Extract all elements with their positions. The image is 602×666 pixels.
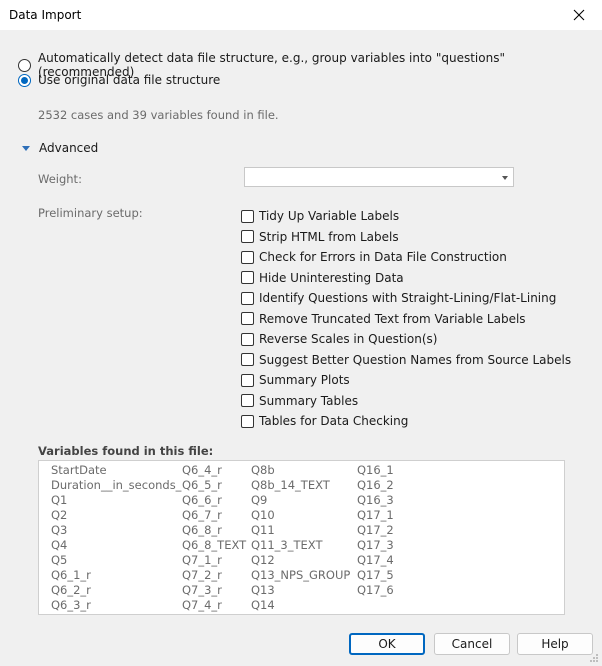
variable-item: Q17_1: [357, 508, 394, 522]
cancel-button[interactable]: Cancel: [434, 633, 510, 655]
title-bar: Data Import: [0, 0, 602, 30]
checkbox[interactable]: [241, 373, 254, 387]
checkbox-label: Reverse Scales in Question(s): [259, 332, 438, 347]
ok-button[interactable]: OK: [349, 633, 425, 655]
checkbox[interactable]: [241, 414, 254, 428]
variable-item: Q6_6_r: [182, 493, 222, 507]
preliminary-item[interactable]: Tidy Up Variable Labels: [241, 206, 571, 227]
dropdown-arrow-icon: [502, 176, 508, 180]
expand-triangle-icon: [22, 145, 30, 151]
variables-list[interactable]: StartDate Duration__in_seconds_ Q1 Q2 Q3…: [38, 460, 565, 615]
weight-dropdown[interactable]: [244, 167, 514, 187]
auto-detect-radio[interactable]: [18, 58, 31, 72]
variable-item: Q6_1_r: [51, 568, 91, 582]
window-title: Data Import: [9, 8, 82, 22]
checkbox-label: Summary Tables: [259, 393, 359, 408]
preliminary-item[interactable]: Summary Plots: [241, 370, 571, 391]
variable-item: Q8b: [251, 463, 275, 477]
variable-item: Q6_7_r: [182, 508, 222, 522]
preliminary-item[interactable]: Tables for Data Checking: [241, 411, 571, 432]
variable-item: Q16_1: [357, 463, 394, 477]
checkbox[interactable]: [241, 250, 254, 264]
file-info-text: 2532 cases and 39 variables found in fil…: [38, 108, 279, 122]
checkbox[interactable]: [241, 332, 254, 346]
checkbox[interactable]: [241, 230, 254, 244]
preliminary-item[interactable]: Suggest Better Question Names from Sourc…: [241, 350, 571, 371]
preliminary-item[interactable]: Reverse Scales in Question(s): [241, 329, 571, 350]
variable-item: Q6_5_r: [182, 478, 222, 492]
variable-item: Q8b_14_TEXT: [251, 478, 330, 492]
variables-column-4: Q16_1 Q16_2 Q16_3 Q17_1 Q17_2 Q17_3 Q17_…: [357, 463, 394, 598]
preliminary-item[interactable]: Remove Truncated Text from Variable Labe…: [241, 309, 571, 330]
variable-item: Q17_4: [357, 553, 394, 567]
checkbox[interactable]: [241, 271, 254, 285]
help-button[interactable]: Help: [517, 633, 593, 655]
checkbox[interactable]: [241, 209, 254, 223]
variables-column-2: Q6_4_r Q6_5_r Q6_6_r Q6_7_r Q6_8_r Q6_8_…: [182, 463, 246, 613]
preliminary-item[interactable]: Hide Uninteresting Data: [241, 268, 571, 289]
variable-item: Q17_3: [357, 538, 394, 552]
checkbox[interactable]: [241, 312, 254, 326]
original-structure-option[interactable]: Use original data file structure: [18, 73, 220, 87]
advanced-toggle[interactable]: Advanced: [22, 141, 98, 155]
checkbox-label: Tidy Up Variable Labels: [259, 209, 400, 224]
variable-item: Q16_3: [357, 493, 394, 507]
close-icon: [573, 9, 585, 21]
checkbox-label: Check for Errors in Data File Constructi…: [259, 250, 507, 265]
checkbox-label: Strip HTML from Labels: [259, 229, 399, 244]
checkbox[interactable]: [241, 353, 254, 367]
checkbox-label: Summary Plots: [259, 373, 350, 388]
variables-column-3: Q8b Q8b_14_TEXT Q9 Q10 Q11 Q11_3_TEXT Q1…: [251, 463, 350, 613]
checkbox-label: Suggest Better Question Names from Sourc…: [259, 352, 572, 367]
advanced-label: Advanced: [39, 141, 99, 155]
close-button[interactable]: [556, 0, 602, 30]
variable-item: Q13: [251, 583, 275, 597]
variable-item: Q13_NPS_GROUP: [251, 568, 351, 582]
variable-item: Duration__in_seconds_: [51, 478, 182, 492]
preliminary-setup-label: Preliminary setup:: [38, 206, 143, 220]
preliminary-setup-list: Tidy Up Variable Labels Strip HTML from …: [241, 206, 571, 432]
variable-item: Q10: [251, 508, 275, 522]
preliminary-item[interactable]: Identify Questions with Straight-Lining/…: [241, 288, 571, 309]
weight-label: Weight:: [38, 172, 82, 186]
checkbox-label: Remove Truncated Text from Variable Labe…: [259, 311, 526, 326]
checkbox-label: Tables for Data Checking: [259, 414, 409, 429]
original-structure-radio[interactable]: [18, 73, 31, 87]
variable-item: Q17_6: [357, 583, 394, 597]
variable-item: Q17_5: [357, 568, 394, 582]
variable-item: Q6_8_r: [182, 523, 222, 537]
preliminary-item[interactable]: Check for Errors in Data File Constructi…: [241, 247, 571, 268]
variable-item: Q4: [51, 538, 68, 552]
variable-item: Q2: [51, 508, 68, 522]
variable-item: Q6_4_r: [182, 463, 222, 477]
variable-item: StartDate: [51, 463, 107, 477]
variable-item: Q7_1_r: [182, 553, 222, 567]
checkbox[interactable]: [241, 394, 254, 408]
variable-item: Q1: [51, 493, 68, 507]
variables-title: Variables found in this file:: [38, 444, 214, 458]
variable-item: Q7_4_r: [182, 598, 222, 612]
variable-item: Q14: [251, 598, 275, 612]
variable-item: Q6_2_r: [51, 583, 91, 597]
variable-item: Q11: [251, 523, 275, 537]
preliminary-item[interactable]: Summary Tables: [241, 391, 571, 412]
variable-item: Q17_2: [357, 523, 394, 537]
variable-item: Q16_2: [357, 478, 394, 492]
variable-item: Q7_2_r: [182, 568, 222, 582]
original-structure-label: Use original data file structure: [38, 73, 221, 87]
variable-item: Q7_3_r: [182, 583, 222, 597]
checkbox-label: Hide Uninteresting Data: [259, 270, 404, 285]
variable-item: Q12: [251, 553, 275, 567]
variable-item: Q6_3_r: [51, 598, 91, 612]
variable-item: Q11_3_TEXT: [251, 538, 323, 552]
variable-item: Q3: [51, 523, 68, 537]
checkbox[interactable]: [241, 291, 254, 305]
variables-column-1: StartDate Duration__in_seconds_ Q1 Q2 Q3…: [51, 463, 181, 613]
variable-item: Q6_8_TEXT: [182, 538, 247, 552]
variable-item: Q5: [51, 553, 68, 567]
checkbox-label: Identify Questions with Straight-Lining/…: [259, 291, 557, 306]
resize-grip-icon[interactable]: [589, 653, 599, 663]
variable-item: Q9: [251, 493, 268, 507]
preliminary-item[interactable]: Strip HTML from Labels: [241, 227, 571, 248]
